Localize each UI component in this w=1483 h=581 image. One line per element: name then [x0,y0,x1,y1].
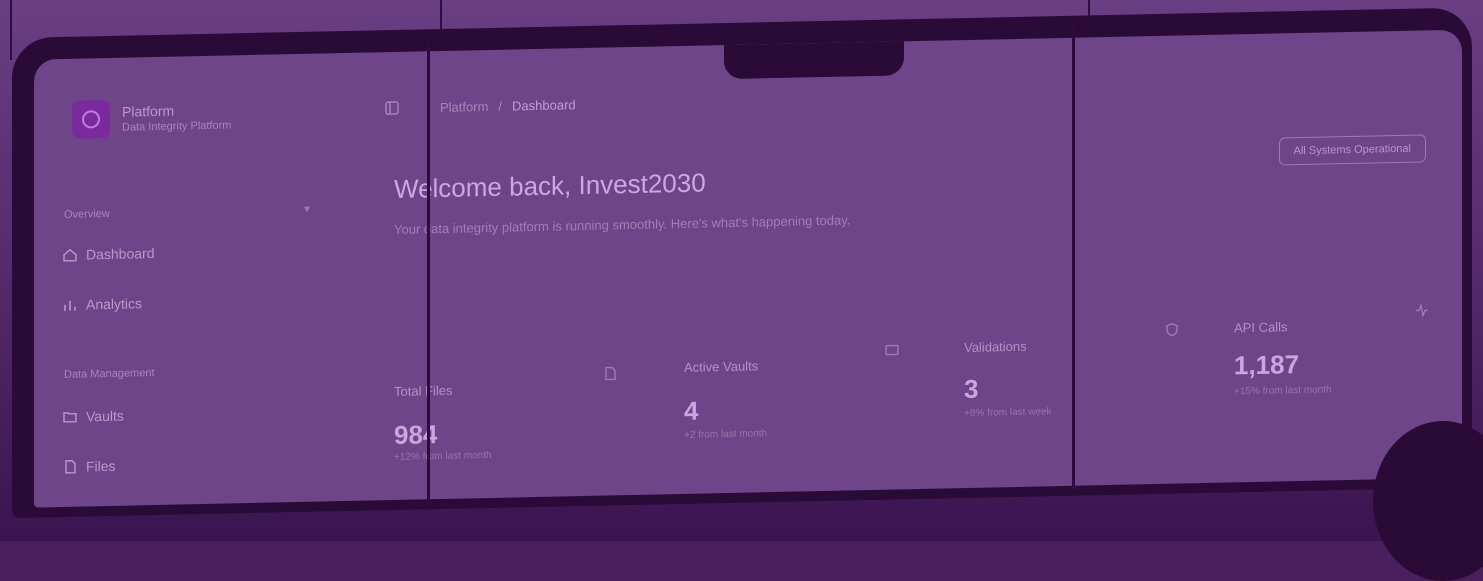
file-icon [605,366,616,381]
chevron-icon[interactable]: ▾ [304,202,310,216]
stat-card-api-calls: API Calls 1,187 +15% from last month [1234,279,1462,434]
brand[interactable]: Platform Data Integrity Platform [72,97,232,139]
activity-icon [1416,303,1428,318]
stat-value: 1,187 [1234,349,1300,381]
laptop-frame: Platform Data Integrity Platform Overvie… [12,7,1472,519]
sidebar-item-label: Files [86,457,116,475]
brand-text: Platform Data Integrity Platform [122,101,232,134]
shield-icon [1166,322,1178,337]
page-subtitle: Your data integrity platform is running … [394,212,851,237]
file-icon [65,460,76,474]
wall-line [10,0,12,60]
brand-logo [72,99,110,139]
stat-value: 984 [394,419,438,450]
breadcrumb-separator: / [498,98,503,114]
app-screen: Platform Data Integrity Platform Overvie… [34,29,1462,508]
page-title: Welcome back, Invest2030 [394,167,706,204]
sidebar-item-label: Analytics [86,295,143,313]
sidebar-section-data-management: Data Management [64,367,155,381]
stat-note: +15% from last month [1234,384,1332,398]
stat-note: +12% from last month [394,449,492,463]
foreground-pole [1072,20,1075,490]
vault-icon [885,344,899,356]
brand-name: Platform [122,102,175,120]
stat-note: +2 from last month [684,428,768,441]
foreground-pole [427,40,430,510]
sidebar-item-files[interactable]: Files [62,458,116,475]
sidebar-item-label: Dashboard [86,245,155,263]
brand-subtitle: Data Integrity Platform [122,119,232,134]
camera-notch [724,41,904,80]
stat-label: Total Files [394,382,453,399]
sidebar-item-analytics[interactable]: Analytics [62,295,142,313]
stat-label: Validations [964,338,1027,356]
sidebar-item-vaults[interactable]: Vaults [62,408,124,425]
system-status-button[interactable]: All Systems Operational [1278,134,1426,166]
breadcrumb: Platform / Dashboard [384,96,576,116]
breadcrumb-parent[interactable]: Platform [440,99,488,115]
stat-card-active-vaults: Active Vaults 4 +2 from last month [684,291,924,446]
chart-icon [64,300,76,311]
sidebar-item-label: Vaults [86,407,124,425]
sidebar-toggle-icon[interactable] [384,100,400,116]
stat-label: Active Vaults [684,358,759,375]
breadcrumb-current: Dashboard [512,96,576,114]
sidebar-item-dashboard[interactable]: Dashboard [62,245,155,263]
stat-note: +8% from last week [964,406,1052,420]
folder-icon [63,412,77,423]
sidebar-section-overview: Overview [64,207,110,221]
sidebar: Platform Data Integrity Platform Overvie… [34,53,364,508]
stat-card-validations: Validations 3 +8% from last week [964,285,1204,440]
stat-value: 4 [684,395,699,426]
stat-card-total-files: Total Files 984 +12% from last month [394,297,634,463]
stat-value: 3 [964,373,979,405]
stat-label: API Calls [1234,319,1288,336]
home-icon [63,248,77,262]
logo-icon [82,110,100,129]
